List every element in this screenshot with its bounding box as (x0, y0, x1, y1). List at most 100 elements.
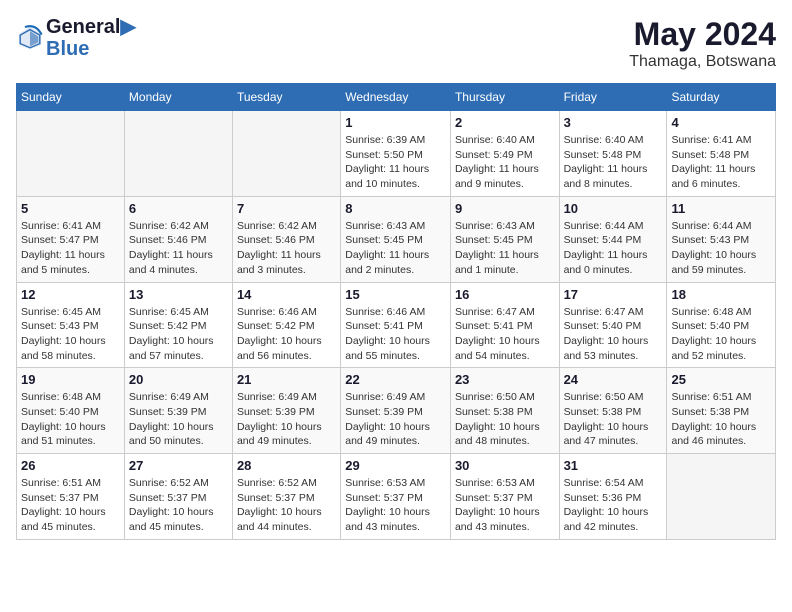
cell-week1-day5: 3 Sunrise: 6:40 AMSunset: 5:48 PMDaylight… (559, 111, 667, 197)
day-number: 6 (129, 201, 228, 216)
week-row-4: 19Sunrise: 6:48 AMSunset: 5:40 PMDayligh… (17, 368, 776, 454)
cell-week3-day2: 14 Sunrise: 6:46 AMSunset: 5:42 PMDayligh… (232, 282, 340, 368)
cell-week1-day0 (17, 111, 125, 197)
day-number: 1 (345, 115, 446, 130)
day-number: 2 (455, 115, 555, 130)
day-info: Sunrise: 6:54 AMSunset: 5:36 PMDaylight:… (564, 476, 663, 535)
day-info: Sunrise: 6:42 AMSunset: 5:46 PMDaylight:… (129, 219, 228, 278)
cell-week4-day0: 19Sunrise: 6:48 AMSunset: 5:40 PMDayligh… (17, 368, 125, 454)
cell-week1-day3: 1 Sunrise: 6:39 AMSunset: 5:50 PMDaylight… (341, 111, 451, 197)
title-block: May 2024 Thamaga, Botswana (629, 16, 776, 71)
cell-week1-day1 (124, 111, 232, 197)
day-info: Sunrise: 6:46 AMSunset: 5:41 PMDaylight:… (345, 305, 446, 364)
day-info: Sunrise: 6:53 AMSunset: 5:37 PMDaylight:… (455, 476, 555, 535)
day-info: Sunrise: 6:41 AMSunset: 5:48 PMDaylight:… (671, 133, 771, 192)
cell-week5-day5: 31 Sunrise: 6:54 AMSunset: 5:36 PMDayligh… (559, 454, 667, 540)
day-info: Sunrise: 6:48 AMSunset: 5:40 PMDaylight:… (21, 390, 120, 449)
day-number: 24 (564, 372, 663, 387)
day-info: Sunrise: 6:40 AMSunset: 5:48 PMDaylight:… (564, 133, 663, 192)
day-number: 4 (671, 115, 771, 130)
cell-week1-day4: 2 Sunrise: 6:40 AMSunset: 5:49 PMDaylight… (450, 111, 559, 197)
calendar-header-row: Sunday Monday Tuesday Wednesday Thursday… (17, 84, 776, 111)
day-info: Sunrise: 6:42 AMSunset: 5:46 PMDaylight:… (237, 219, 336, 278)
day-number: 15 (345, 287, 446, 302)
cell-week1-day2 (232, 111, 340, 197)
day-number: 27 (129, 458, 228, 473)
cell-week3-day1: 13Sunrise: 6:45 AMSunset: 5:42 PMDayligh… (124, 282, 232, 368)
day-info: Sunrise: 6:47 AMSunset: 5:41 PMDaylight:… (455, 305, 555, 364)
cell-week5-day4: 30 Sunrise: 6:53 AMSunset: 5:37 PMDayligh… (450, 454, 559, 540)
cell-week2-day6: 11Sunrise: 6:44 AMSunset: 5:43 PMDayligh… (667, 196, 776, 282)
day-number: 9 (455, 201, 555, 216)
cell-week3-day4: 16 Sunrise: 6:47 AMSunset: 5:41 PMDayligh… (450, 282, 559, 368)
day-info: Sunrise: 6:52 AMSunset: 5:37 PMDaylight:… (129, 476, 228, 535)
day-number: 12 (21, 287, 120, 302)
day-info: Sunrise: 6:49 AMSunset: 5:39 PMDaylight:… (129, 390, 228, 449)
cell-week4-day2: 21 Sunrise: 6:49 AMSunset: 5:39 PMDayligh… (232, 368, 340, 454)
day-number: 16 (455, 287, 555, 302)
day-number: 8 (345, 201, 446, 216)
day-number: 17 (564, 287, 663, 302)
day-info: Sunrise: 6:53 AMSunset: 5:37 PMDaylight:… (345, 476, 446, 535)
day-info: Sunrise: 6:50 AMSunset: 5:38 PMDaylight:… (455, 390, 555, 449)
day-number: 18 (671, 287, 771, 302)
cell-week4-day4: 23 Sunrise: 6:50 AMSunset: 5:38 PMDayligh… (450, 368, 559, 454)
cell-week3-day6: 18 Sunrise: 6:48 AMSunset: 5:40 PMDayligh… (667, 282, 776, 368)
day-number: 30 (455, 458, 555, 473)
col-friday: Friday (559, 84, 667, 111)
cell-week4-day6: 25Sunrise: 6:51 AMSunset: 5:38 PMDayligh… (667, 368, 776, 454)
col-thursday: Thursday (450, 84, 559, 111)
day-number: 21 (237, 372, 336, 387)
day-number: 31 (564, 458, 663, 473)
day-info: Sunrise: 6:44 AMSunset: 5:43 PMDaylight:… (671, 219, 771, 278)
month-title: May 2024 (629, 16, 776, 53)
week-row-3: 12Sunrise: 6:45 AMSunset: 5:43 PMDayligh… (17, 282, 776, 368)
cell-week2-day3: 8 Sunrise: 6:43 AMSunset: 5:45 PMDaylight… (341, 196, 451, 282)
cell-week5-day6 (667, 454, 776, 540)
cell-week2-day2: 7 Sunrise: 6:42 AMSunset: 5:46 PMDaylight… (232, 196, 340, 282)
day-info: Sunrise: 6:46 AMSunset: 5:42 PMDaylight:… (237, 305, 336, 364)
day-info: Sunrise: 6:49 AMSunset: 5:39 PMDaylight:… (237, 390, 336, 449)
logo-text: General▶ Blue (46, 16, 136, 60)
cell-week2-day1: 6 Sunrise: 6:42 AMSunset: 5:46 PMDaylight… (124, 196, 232, 282)
day-info: Sunrise: 6:40 AMSunset: 5:49 PMDaylight:… (455, 133, 555, 192)
day-info: Sunrise: 6:52 AMSunset: 5:37 PMDaylight:… (237, 476, 336, 535)
day-number: 10 (564, 201, 663, 216)
cell-week4-day3: 22 Sunrise: 6:49 AMSunset: 5:39 PMDayligh… (341, 368, 451, 454)
day-number: 14 (237, 287, 336, 302)
cell-week5-day1: 27 Sunrise: 6:52 AMSunset: 5:37 PMDayligh… (124, 454, 232, 540)
cell-week4-day1: 20 Sunrise: 6:49 AMSunset: 5:39 PMDayligh… (124, 368, 232, 454)
day-info: Sunrise: 6:43 AMSunset: 5:45 PMDaylight:… (345, 219, 446, 278)
cell-week3-day3: 15 Sunrise: 6:46 AMSunset: 5:41 PMDayligh… (341, 282, 451, 368)
week-row-1: 1 Sunrise: 6:39 AMSunset: 5:50 PMDaylight… (17, 111, 776, 197)
day-info: Sunrise: 6:39 AMSunset: 5:50 PMDaylight:… (345, 133, 446, 192)
day-info: Sunrise: 6:49 AMSunset: 5:39 PMDaylight:… (345, 390, 446, 449)
day-number: 7 (237, 201, 336, 216)
day-number: 20 (129, 372, 228, 387)
week-row-5: 26 Sunrise: 6:51 AMSunset: 5:37 PMDayligh… (17, 454, 776, 540)
col-tuesday: Tuesday (232, 84, 340, 111)
day-number: 22 (345, 372, 446, 387)
cell-week2-day5: 10 Sunrise: 6:44 AMSunset: 5:44 PMDayligh… (559, 196, 667, 282)
col-wednesday: Wednesday (341, 84, 451, 111)
day-number: 26 (21, 458, 120, 473)
calendar-table: Sunday Monday Tuesday Wednesday Thursday… (16, 83, 776, 540)
page-header: General▶ Blue May 2024 Thamaga, Botswana (16, 16, 776, 71)
day-number: 13 (129, 287, 228, 302)
logo-icon (16, 24, 44, 52)
day-info: Sunrise: 6:47 AMSunset: 5:40 PMDaylight:… (564, 305, 663, 364)
cell-week3-day0: 12Sunrise: 6:45 AMSunset: 5:43 PMDayligh… (17, 282, 125, 368)
cell-week1-day6: 4 Sunrise: 6:41 AMSunset: 5:48 PMDaylight… (667, 111, 776, 197)
cell-week3-day5: 17 Sunrise: 6:47 AMSunset: 5:40 PMDayligh… (559, 282, 667, 368)
col-saturday: Saturday (667, 84, 776, 111)
logo: General▶ Blue (16, 16, 136, 60)
week-row-2: 5Sunrise: 6:41 AMSunset: 5:47 PMDaylight… (17, 196, 776, 282)
day-number: 3 (564, 115, 663, 130)
cell-week5-day3: 29Sunrise: 6:53 AMSunset: 5:37 PMDayligh… (341, 454, 451, 540)
day-info: Sunrise: 6:44 AMSunset: 5:44 PMDaylight:… (564, 219, 663, 278)
day-info: Sunrise: 6:51 AMSunset: 5:37 PMDaylight:… (21, 476, 120, 535)
cell-week5-day0: 26 Sunrise: 6:51 AMSunset: 5:37 PMDayligh… (17, 454, 125, 540)
col-monday: Monday (124, 84, 232, 111)
day-info: Sunrise: 6:48 AMSunset: 5:40 PMDaylight:… (671, 305, 771, 364)
day-number: 23 (455, 372, 555, 387)
